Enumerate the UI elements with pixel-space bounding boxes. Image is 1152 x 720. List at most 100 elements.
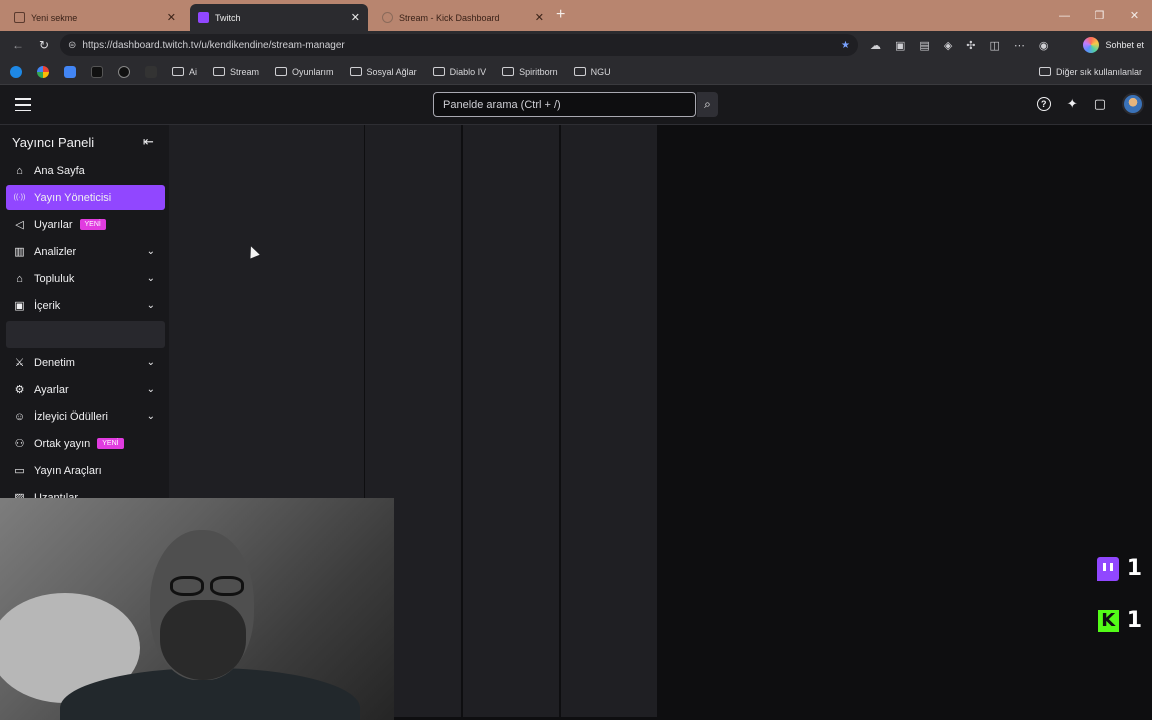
bookmark-star-icon[interactable]: ★: [841, 40, 850, 51]
video-icon: ▭: [14, 465, 25, 477]
folder-icon: [275, 67, 288, 76]
copilot-chat-button[interactable]: Sohbet et: [1083, 37, 1144, 53]
bookmark-folder[interactable]: Sosyal Ağlar: [349, 67, 417, 77]
megaphone-icon: ◁: [15, 219, 24, 231]
bookmark-folder[interactable]: Spiritborn: [502, 67, 558, 77]
whispers-icon[interactable]: ▢: [1094, 96, 1106, 112]
chevron-down-icon[interactable]: ⌄: [147, 357, 155, 368]
url-field[interactable]: ⊜ https://dashboard.twitch.tv/u/kendiken…: [60, 34, 858, 56]
dashboard-search-input[interactable]: Panelde arama (Ctrl + /): [433, 92, 696, 117]
sidebar-item-video[interactable]: ▭ Yayın Araçları: [6, 458, 165, 483]
sidebar-item-label: İzleyici Ödülleri: [34, 410, 108, 423]
sidebar-item-community[interactable]: ⌂ Topluluk ⌄: [6, 266, 165, 291]
browser-tab-strip: Yeni sekme ✕ Twitch ✕ Stream - Kick Dash…: [0, 0, 1152, 31]
browser-tab-new[interactable]: Yeni sekme ✕: [6, 4, 184, 31]
close-icon[interactable]: ✕: [535, 11, 544, 24]
new-badge: YENİ: [79, 219, 106, 230]
bookmarks-bar: Ai Stream Oyunlarım Sosyal Ağlar Diablo …: [0, 59, 1152, 85]
folder-label: Ai: [189, 66, 198, 77]
translate-icon[interactable]: [64, 65, 76, 78]
sidebar-item-broadcast[interactable]: ((·)) Yayın Yöneticisi: [6, 185, 165, 210]
onedrive-icon[interactable]: [10, 65, 22, 78]
chevron-down-icon[interactable]: ⌄: [147, 300, 155, 311]
dashboard-top-nav: Panelde arama (Ctrl + /) ⌕ ? ✦ ▢: [0, 85, 1152, 125]
sidebar-item-home[interactable]: ⌂ Ana Sayfa: [6, 158, 165, 183]
more-icon[interactable]: ⋯: [1014, 39, 1025, 52]
sidebar-item-label: Ayarlar: [34, 383, 69, 396]
sidebar-item-label: Ana Sayfa: [34, 164, 85, 177]
new-tab-button[interactable]: +: [556, 6, 576, 31]
analytics-icon: ▥: [14, 246, 25, 258]
stream-manager-panel: [561, 125, 657, 717]
bookmark-folder[interactable]: NGU: [573, 67, 611, 77]
twitch-viewer-counter: 1: [1096, 556, 1142, 581]
top-nav-actions: ? ✦ ▢: [1036, 93, 1144, 115]
google-icon[interactable]: [37, 65, 49, 78]
rewards-icon: ☺: [13, 410, 26, 423]
sidebar-item-label: Analizler: [34, 245, 77, 258]
bookmark-folder[interactable]: Ai: [172, 67, 197, 77]
window-controls: — ❐ ✕: [1047, 0, 1152, 31]
close-icon[interactable]: ✕: [351, 11, 360, 24]
webcam-overlay: [0, 498, 394, 720]
sidebar-item-gear[interactable]: ⚙ Ayarlar ⌄: [6, 377, 165, 402]
webcam-glasses: [170, 576, 250, 596]
chevron-down-icon[interactable]: ⌄: [147, 246, 155, 257]
chevron-down-icon[interactable]: ⌄: [147, 411, 155, 422]
sparkle-icon[interactable]: ✦: [1067, 96, 1078, 112]
sidebar-item-label: Denetim: [34, 356, 75, 369]
chevron-down-icon[interactable]: ⌄: [147, 384, 155, 395]
browser-tab-twitch[interactable]: Twitch ✕: [190, 4, 368, 31]
chat-label: Sohbet et: [1105, 40, 1144, 50]
reload-icon[interactable]: ↻: [34, 38, 54, 52]
sidebar-item-megaphone[interactable]: ◁ Uyarılar YENİ: [6, 212, 165, 237]
other-bookmarks[interactable]: Diğer sık kullanılanlar: [1038, 67, 1142, 77]
sidebar-item-analytics[interactable]: ▥ Analizler ⌄: [6, 239, 165, 264]
chevron-down-icon[interactable]: ⌄: [147, 273, 155, 284]
avatar[interactable]: [1122, 93, 1144, 115]
collapse-sidebar-icon[interactable]: ⇤: [143, 134, 154, 150]
sidebar-item-label: İçerik: [34, 299, 61, 312]
extension-icon[interactable]: ▣: [895, 39, 905, 52]
bookmark-folder[interactable]: Diablo IV: [432, 67, 486, 77]
search-button[interactable]: ⌕: [697, 92, 718, 117]
sidebar-item-rewards[interactable]: ☺ İzleyici Ödülleri ⌄: [6, 404, 165, 429]
kick-viewer-count: 1: [1126, 608, 1142, 633]
bookmark-folder[interactable]: Stream: [213, 67, 259, 77]
shield-icon[interactable]: ◈: [944, 39, 952, 52]
window-close-icon[interactable]: ✕: [1117, 9, 1152, 22]
tiktok-icon[interactable]: [91, 65, 103, 78]
search-icon: ⌕: [704, 97, 711, 111]
folder-icon: [213, 67, 226, 76]
copilot-icon: [1083, 37, 1100, 53]
address-bar: ← ↻ ⊜ https://dashboard.twitch.tv/u/kend…: [0, 31, 1152, 59]
sidebar-item-sword[interactable]: ⚔ Denetim ⌄: [6, 350, 165, 375]
kick-viewer-counter: K 1: [1097, 608, 1142, 633]
twitch-viewer-count: 1: [1126, 556, 1142, 581]
bookmark-site-icon[interactable]: [145, 65, 157, 78]
sidebar-item-collab[interactable]: ⚇ Ortak yayın YENİ: [6, 431, 165, 456]
menu-icon[interactable]: [15, 98, 31, 112]
help-icon[interactable]: ?: [1036, 97, 1051, 111]
threads-icon[interactable]: [118, 65, 130, 78]
back-icon[interactable]: ←: [8, 38, 28, 52]
twitch-favicon-icon: [198, 12, 209, 23]
gear-icon: ⚙: [14, 384, 25, 396]
restore-icon[interactable]: ❐: [1082, 9, 1117, 22]
bookmark-folder[interactable]: Oyunlarım: [275, 67, 334, 77]
tab-title: Twitch: [215, 12, 241, 23]
extension-icon[interactable]: ▤: [919, 39, 929, 52]
sidebar-item-content[interactable]: ▣ İçerik ⌄: [6, 293, 165, 318]
cloud-icon[interactable]: ☁: [870, 39, 881, 52]
browser-tab-kick[interactable]: Stream - Kick Dashboard ✕: [374, 4, 552, 31]
split-view-icon[interactable]: ◫: [990, 39, 1000, 52]
profile-icon[interactable]: ◉: [1039, 39, 1049, 52]
minimize-icon[interactable]: —: [1047, 10, 1082, 22]
puzzle-icon[interactable]: ✣: [966, 39, 975, 52]
site-info-icon[interactable]: ⊜: [68, 40, 76, 51]
folder-icon: [1038, 67, 1051, 76]
collab-icon: ⚇: [14, 438, 25, 450]
folder-icon: [172, 67, 184, 76]
close-icon[interactable]: ✕: [167, 11, 176, 24]
community-icon: ⌂: [16, 272, 23, 285]
